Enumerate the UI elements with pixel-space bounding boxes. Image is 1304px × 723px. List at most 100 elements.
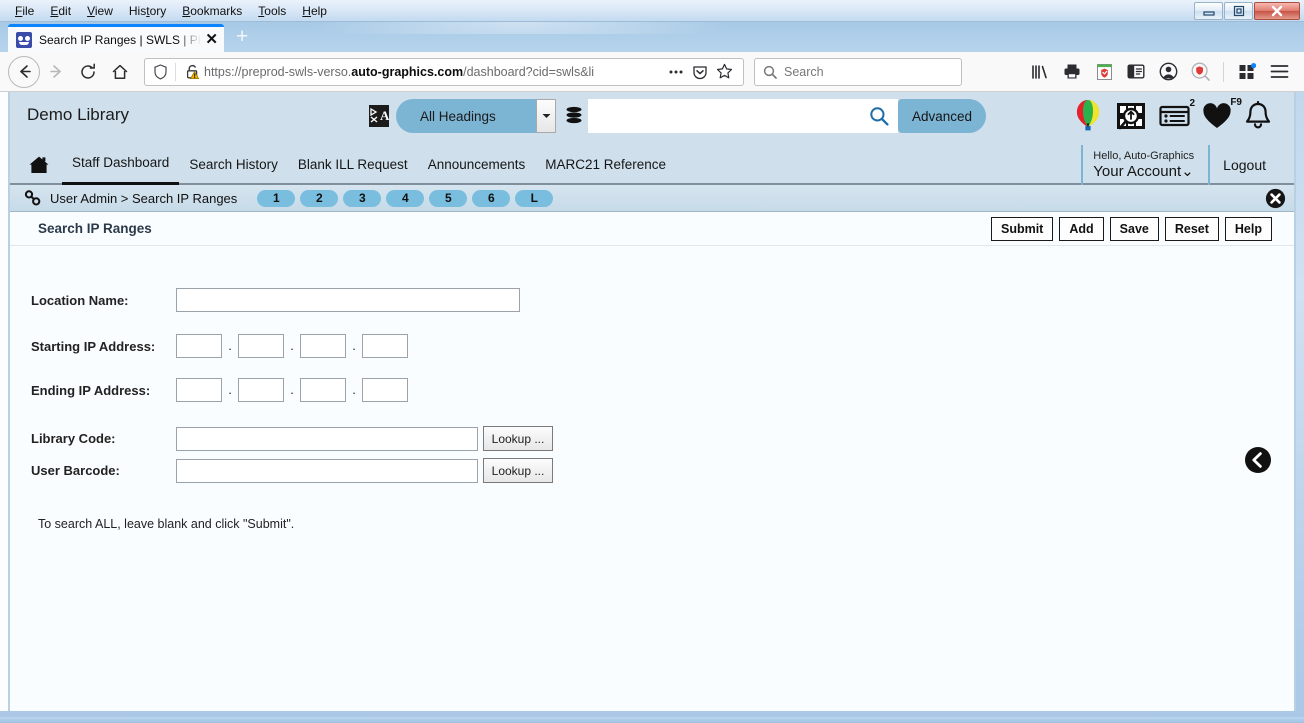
page-title: Search IP Ranges [38,221,152,236]
pager-page-5[interactable]: 5 [429,189,468,207]
minimize-button[interactable] [1194,2,1223,20]
menu-help[interactable]: Help [295,2,334,20]
chevron-down-icon[interactable] [536,99,556,133]
browser-back-icon[interactable] [8,55,40,88]
close-button[interactable] [1254,2,1300,20]
menu-edit[interactable]: Edit [43,2,78,20]
reader-sidebar-icon[interactable] [1121,57,1151,87]
location-name-input[interactable] [176,288,520,312]
menu-history[interactable]: History [122,2,173,20]
pager-page-3[interactable]: 3 [343,189,382,207]
page-actions-ellipsis-icon[interactable] [664,69,688,75]
url-prefix: https://preprod-swls-verso. [204,64,352,79]
notifications-bell-icon[interactable] [1244,101,1272,131]
nav-blank-ill-request[interactable]: Blank ILL Request [288,146,418,184]
user-barcode-lookup-button[interactable]: Lookup ... [483,458,553,483]
bookmark-star-icon[interactable] [712,63,737,80]
ending-ip-octet-3[interactable] [300,378,346,402]
search-submit-icon[interactable] [860,99,898,133]
pocket-icon[interactable] [1089,57,1119,87]
browser-tab[interactable]: Search IP Ranges | SWLS | PLAT ✕ [8,24,224,52]
app-header-icons: 2 F9 [1073,97,1272,134]
window-title-bar: File Edit View History Bookmarks Tools H… [0,0,1304,22]
ending-ip-octet-1[interactable] [176,378,222,402]
your-account-label: Your Account⌄ [1093,163,1194,180]
hello-greeting: Hello, Auto-Graphics [1093,150,1195,162]
research-magnifier-icon[interactable] [1115,100,1147,132]
browser-home-icon[interactable] [104,56,136,88]
hamburger-menu-icon[interactable] [1264,57,1294,87]
tracking-protection-shield-icon[interactable] [149,63,172,80]
library-code-input[interactable] [176,426,478,451]
home-icon[interactable] [28,155,50,175]
library-code-lookup-button[interactable]: Lookup ... [483,426,553,451]
favorites-heart-icon[interactable]: F9 [1202,97,1242,130]
nav-staff-dashboard[interactable]: Staff Dashboard [62,144,180,186]
save-button[interactable]: Save [1109,217,1159,241]
starting-ip-octet-2[interactable] [238,334,284,358]
search-shield-icon[interactable] [1185,57,1215,87]
menu-bookmarks[interactable]: Bookmarks [175,2,249,20]
menu-tools[interactable]: Tools [251,2,293,20]
advanced-search-button[interactable]: Advanced [898,99,987,133]
search-scope-dropdown[interactable]: All Headings [396,99,556,133]
submit-button[interactable]: Submit [990,217,1054,241]
search-scope-label: All Headings [420,108,496,124]
pager-page-1[interactable]: 1 [257,189,296,207]
restore-button[interactable] [1224,2,1253,20]
browser-reload-icon[interactable] [72,56,104,88]
url-bar[interactable]: https://preprod-swls-verso.auto-graphics… [144,57,744,86]
user-barcode-input[interactable] [176,458,478,483]
reset-button[interactable]: Reset [1164,217,1219,241]
my-lists-badge: 2 [1189,98,1195,109]
pager-page-last[interactable]: L [515,189,554,207]
your-account-menu[interactable]: Hello, Auto-Graphics Your Account⌄ [1081,145,1208,185]
pager-page-4[interactable]: 4 [386,189,425,207]
ip-separator: . [290,382,294,397]
my-lists-icon[interactable]: 2 [1159,99,1195,129]
browser-forward-icon[interactable] [40,56,72,88]
ending-ip-octet-4[interactable] [362,378,408,402]
starting-ip-octet-1[interactable] [176,334,222,358]
account-icon[interactable] [1153,57,1183,87]
ip-separator: . [352,382,356,397]
nav-announcements[interactable]: Announcements [418,146,536,184]
pager-page-2[interactable]: 2 [300,189,339,207]
close-panel-icon[interactable] [1265,188,1286,214]
tab-close-icon[interactable]: ✕ [201,32,218,47]
save-to-pocket-icon[interactable] [688,64,712,80]
add-button[interactable]: Add [1059,217,1104,241]
browser-toolbar-icons [1025,57,1296,87]
insecure-lock-warning-icon[interactable] [181,64,204,80]
starting-ip-octet-4[interactable] [362,334,408,358]
menu-view[interactable]: View [80,2,120,20]
balloon-icon[interactable] [1073,98,1103,134]
pager-page-6[interactable]: 6 [472,189,511,207]
logout-link[interactable]: Logout [1208,145,1272,185]
site-favicon-icon [16,31,32,48]
print-icon[interactable] [1057,57,1087,87]
nav-search-history[interactable]: Search History [179,146,288,184]
app-search-cluster: A All Headings Advanced [368,99,987,133]
new-tab-button[interactable]: + [236,26,248,47]
help-button[interactable]: Help [1224,217,1272,241]
urlbar-divider [175,62,176,81]
browser-search-bar[interactable]: Search [754,57,962,86]
ip-separator: . [352,338,356,353]
search-input[interactable] [588,99,860,133]
starting-ip-octet-3[interactable] [300,334,346,358]
database-select-icon[interactable] [563,103,585,129]
browser-navigation-toolbar: https://preprod-swls-verso.auto-graphics… [0,52,1304,92]
back-circle-button[interactable] [1244,446,1272,474]
menu-file[interactable]: File [8,2,41,20]
language-translate-icon[interactable]: A [368,103,390,129]
extensions-icon[interactable] [1232,57,1262,87]
svg-text:A: A [380,108,390,123]
page-action-buttons: Submit Add Save Reset Help [990,217,1272,241]
app-nav-items: Staff Dashboard Search History Blank ILL… [28,144,676,186]
ending-ip-octet-2[interactable] [238,378,284,402]
search-icon [763,65,777,79]
nav-marc21-reference[interactable]: MARC21 Reference [535,146,676,184]
library-icon[interactable] [1025,57,1055,87]
web-page: Demo Library A All Headings Advanced 2 F… [8,92,1296,711]
